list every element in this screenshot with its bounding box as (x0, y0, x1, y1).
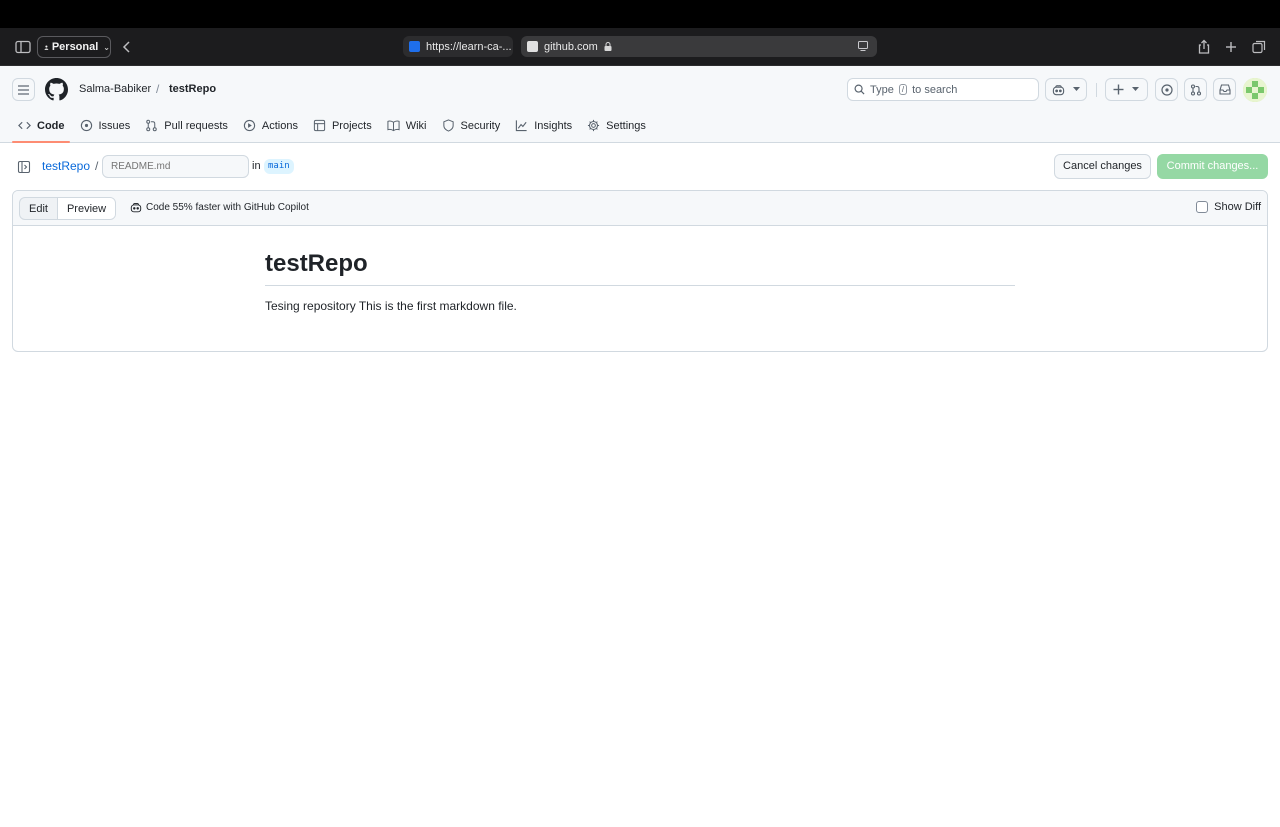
tab-pull-requests[interactable]: Pull requests (139, 114, 237, 143)
create-new-button[interactable] (1105, 78, 1148, 101)
path-repo-link[interactable]: testRepo (42, 159, 90, 173)
pull-requests-button[interactable] (1184, 78, 1207, 101)
search-icon (854, 84, 865, 95)
edit-preview-toggle: Edit Preview (19, 197, 117, 220)
copilot-label: Code 55% faster with GitHub Copilot (146, 202, 309, 213)
tab-insights[interactable]: Insights (509, 114, 581, 143)
reader-icon[interactable] (857, 40, 869, 52)
search-prefix: Type (870, 83, 894, 96)
tab-wiki[interactable]: Wiki (381, 114, 436, 143)
new-tab-icon[interactable] (1222, 38, 1240, 56)
tab-label: Wiki (405, 119, 427, 132)
file-tree-toggle-icon[interactable] (17, 160, 31, 174)
book-icon (387, 120, 400, 132)
tab-label: Security (460, 119, 501, 132)
browser-tab-github[interactable]: github.com (521, 36, 877, 57)
branch-badge: main (264, 159, 294, 174)
profile-label: Personal (51, 41, 99, 53)
pull-request-icon (1190, 83, 1201, 96)
plus-icon (1113, 84, 1124, 95)
tab-label: Actions (261, 119, 298, 132)
editor-panel: Edit Preview Code 55% faster with GitHub… (12, 190, 1268, 352)
inbox-button[interactable] (1213, 78, 1236, 101)
back-icon[interactable] (118, 38, 136, 56)
markdown-preview: testRepo Tesing repository This is the f… (265, 226, 1015, 313)
window-top-strip (0, 0, 1280, 28)
avatar[interactable] (1243, 78, 1267, 102)
sidebar-toggle-icon[interactable] (14, 38, 32, 56)
issue-icon (80, 119, 92, 132)
github-logo-icon[interactable] (45, 78, 68, 101)
breadcrumb-owner[interactable]: Salma-Babiker (79, 83, 151, 95)
shield-icon (442, 119, 454, 132)
tab-security[interactable]: Security (436, 114, 510, 143)
tab-favicon-icon (409, 41, 420, 52)
tab-label: Projects (331, 119, 372, 132)
show-diff-label: Show Diff (1214, 201, 1261, 213)
tab-code[interactable]: Code (12, 114, 74, 143)
tab-label: Pull requests (164, 119, 228, 132)
show-diff-toggle[interactable]: Show Diff (1196, 201, 1261, 213)
tab-issues[interactable]: Issues (74, 114, 140, 143)
copilot-icon (1052, 84, 1065, 95)
search-shortcut-key: / (898, 84, 908, 95)
graph-icon (516, 120, 527, 132)
tab-projects[interactable]: Projects (307, 114, 381, 143)
breadcrumb-separator: / (156, 82, 160, 96)
inbox-icon (1218, 84, 1231, 95)
chevron-down-icon (1132, 87, 1139, 91)
chevron-down-icon (1073, 87, 1080, 91)
person-icon (44, 44, 49, 50)
commit-changes-button[interactable]: Commit changes... (1157, 154, 1268, 179)
issue-icon (1160, 83, 1173, 96)
pull-request-icon (146, 119, 158, 132)
tab-label: Insights (534, 119, 573, 132)
tab-overview-icon[interactable] (1250, 38, 1268, 56)
browser-toolbar: Personal ⌄ https://learn-ca-... github.c… (0, 28, 1280, 66)
show-diff-checkbox[interactable] (1196, 201, 1209, 213)
share-icon[interactable] (1195, 38, 1213, 56)
in-label: in (252, 160, 261, 172)
path-separator: / (95, 159, 99, 173)
search-input[interactable]: Type / to search (847, 78, 1039, 101)
tab-favicon-icon (527, 41, 538, 52)
browser-tab-learn[interactable]: https://learn-ca-... (403, 36, 513, 57)
copilot-button[interactable] (1045, 78, 1087, 101)
table-icon (313, 119, 326, 132)
tab-label: Code (37, 119, 65, 132)
lock-icon (604, 42, 612, 51)
copilot-promo[interactable]: Code 55% faster with GitHub Copilot (130, 202, 309, 213)
issues-button[interactable] (1155, 78, 1178, 101)
menu-button[interactable] (12, 78, 35, 101)
hamburger-icon (18, 84, 29, 95)
identicon-icon (1243, 78, 1267, 102)
profile-button[interactable]: Personal ⌄ (37, 36, 111, 58)
preview-paragraph: Tesing repository This is the first mark… (265, 299, 517, 313)
edit-tab[interactable]: Edit (20, 198, 57, 219)
chevron-down-icon: ⌄ (103, 42, 110, 52)
cancel-changes-button[interactable]: Cancel changes (1054, 154, 1151, 179)
tab-actions[interactable]: Actions (237, 114, 307, 143)
tab-label: Settings (606, 119, 646, 132)
tab-settings[interactable]: Settings (581, 114, 655, 143)
filename-field[interactable] (102, 155, 249, 178)
breadcrumb-repo[interactable]: testRepo (169, 83, 216, 95)
tab-label: Issues (98, 119, 131, 132)
tab-label: github.com (544, 40, 598, 53)
copilot-icon (130, 203, 142, 213)
tab-label: https://learn-ca-... (426, 40, 512, 53)
header-divider (1096, 83, 1097, 97)
editor-toolbar: Edit Preview Code 55% faster with GitHub… (13, 191, 1267, 226)
preview-tab[interactable]: Preview (56, 198, 116, 219)
repo-nav: Code Issues Pull requests Actions Projec… (12, 114, 655, 143)
preview-heading: testRepo (265, 250, 1015, 286)
code-icon (18, 121, 31, 130)
play-icon (243, 119, 256, 132)
search-suffix: to search (912, 83, 958, 96)
gear-icon (588, 119, 600, 132)
